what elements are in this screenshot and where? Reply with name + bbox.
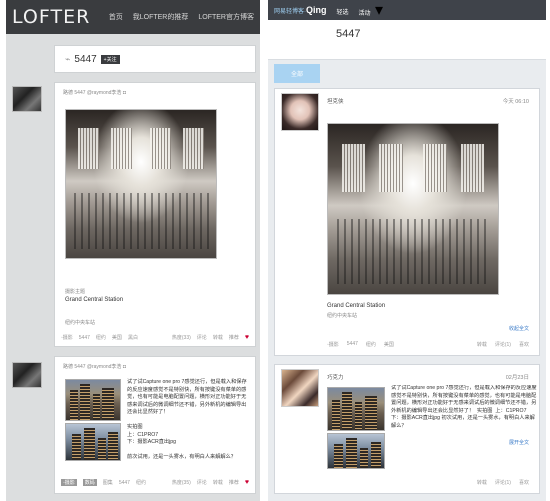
tag-icon: ⌁ <box>65 53 71 64</box>
post-photo[interactable] <box>65 379 121 421</box>
avatar[interactable] <box>281 369 319 407</box>
post-photo[interactable] <box>327 387 385 431</box>
post-footer: 转载 评论(1) 喜欢 <box>327 479 529 486</box>
qing-logo[interactable]: 网易轻博客·Qing <box>274 5 327 15</box>
post-subtitle: 纽约中央车站 <box>65 320 96 326</box>
nav-recommend[interactable]: 我LOFTER的推荐 <box>133 12 189 22</box>
post-card: 路德 5447 @raymond李浩 ◘ 摄影主题 Grand Central … <box>54 82 256 347</box>
tag-item[interactable]: 5447 <box>119 480 130 486</box>
recommend-link[interactable]: 推荐 <box>229 334 239 341</box>
post-author[interactable]: 路德 5447 @raymond李浩 ◘ <box>63 363 126 370</box>
like-heart-icon[interactable]: ♥ <box>245 479 249 486</box>
lofter-header: LOFTER 首页 我LOFTER的推荐 LOFTER官方博客 <box>6 0 260 34</box>
tag-item[interactable]: 5447 <box>79 335 90 341</box>
tag-item[interactable]: 纽约 <box>366 341 376 348</box>
post-author[interactable]: 坦克侠 <box>327 97 344 105</box>
comment-link[interactable]: 评论 <box>197 334 207 341</box>
comment-link[interactable]: 评论(1) <box>495 479 511 486</box>
tag-header: ⌁ 5447 +关注 <box>54 45 256 73</box>
repost-link[interactable]: 转载 <box>477 341 487 348</box>
tag-item[interactable]: 纽约 <box>136 479 146 486</box>
avatar[interactable] <box>281 93 319 131</box>
nav-home[interactable]: 首页 <box>109 12 123 22</box>
post-author[interactable]: 路德 5447 @raymond李浩 ◘ <box>63 89 126 96</box>
avatar[interactable] <box>12 86 42 112</box>
tag-item[interactable]: ◦摄影 <box>61 479 77 486</box>
tab-all[interactable]: 全部 <box>274 64 320 83</box>
qing-header: 网易轻博客·Qing 轻选 活动 ▾ <box>268 0 546 20</box>
post-text: 试了试Capture one pro 7感觉还行，但是载入和保存的反应速度感觉不… <box>391 385 537 429</box>
post-date: 02月23日 <box>505 375 529 381</box>
tag-item[interactable]: 5447 <box>347 341 358 348</box>
tag-title: 5447 <box>74 53 97 65</box>
like-link[interactable]: 喜欢 <box>519 479 529 486</box>
post-photo[interactable] <box>65 423 121 461</box>
post-footer: ◦摄影 数码 图集 5447 纽约 热度(35) 评论 转载 推荐 ♥ <box>61 479 249 486</box>
post-text: 试了试Capture one pro 7感觉还行，但是载入和保存的反应速度感觉不… <box>127 379 247 460</box>
tag-header: 5447 <box>268 20 546 60</box>
expand-link[interactable]: 展开全文 <box>509 439 529 446</box>
repost-link[interactable]: 转载 <box>213 334 223 341</box>
repost-link[interactable]: 转载 <box>213 479 223 486</box>
comment-link[interactable]: 评论(1) <box>495 341 511 348</box>
post-author[interactable]: 巧克力 <box>327 373 344 381</box>
like-link[interactable]: 喜欢 <box>519 341 529 348</box>
post-subtitle: 纽约中央车站 <box>327 313 358 319</box>
image-caption: 摄影主题 <box>65 289 86 295</box>
lofter-logo[interactable]: LOFTER <box>12 6 90 28</box>
post-footer: ◦摄影 5447 纽约 美国 黑白 热度(33) 评论 转载 推荐 ♥ <box>61 334 249 341</box>
recommend-link[interactable]: 推荐 <box>229 479 239 486</box>
follow-tag-button[interactable]: +关注 <box>100 54 120 64</box>
post-card: 坦克侠 今天 06:10 Grand Central Station 纽约中央车… <box>274 88 540 356</box>
heat-link[interactable]: 热度(33) <box>172 334 191 341</box>
heat-link[interactable]: 热度(35) <box>172 479 191 486</box>
tag-title: 5447 <box>336 28 361 40</box>
comment-link[interactable]: 评论 <box>197 479 207 486</box>
collapse-link[interactable]: 收起全文 <box>509 325 529 332</box>
tag-item[interactable]: 美国 <box>112 334 122 341</box>
like-heart-icon[interactable]: ♥ <box>245 334 249 341</box>
tag-item[interactable]: ◦摄影 <box>327 341 339 348</box>
post-photo[interactable] <box>327 123 499 295</box>
tag-item[interactable]: 美国 <box>384 341 394 348</box>
qing-panel: 网易轻博客·Qing 轻选 活动 ▾ 5447 全部 坦克侠 今天 06:10 … <box>268 0 546 501</box>
nav-picks[interactable]: 轻选 <box>337 1 349 19</box>
lofter-panel: LOFTER 首页 我LOFTER的推荐 LOFTER官方博客 ⌁ 5447 +… <box>6 0 260 501</box>
tag-item[interactable]: ◦摄影 <box>61 334 73 341</box>
post-photo[interactable] <box>327 433 385 469</box>
nav-events[interactable]: 活动 ▾ <box>359 0 384 20</box>
post-title: Grand Central Station <box>327 303 386 309</box>
lofter-nav: 首页 我LOFTER的推荐 LOFTER官方博客 <box>109 12 254 22</box>
post-card: 路德 5447 @raymond李浩 ◘ 试了试Capture one pro … <box>54 356 256 494</box>
post-photo[interactable] <box>65 109 217 259</box>
tag-item[interactable]: 数码 <box>82 479 97 486</box>
post-date: 今天 06:10 <box>502 99 529 105</box>
avatar[interactable] <box>12 362 42 388</box>
tag-item[interactable]: 纽约 <box>96 334 106 341</box>
post-title: Grand Central Station <box>65 297 124 303</box>
repost-link[interactable]: 转载 <box>477 479 487 486</box>
post-card: 巧克力 02月23日 试了试Capture one pro 7感觉还行，但是载入… <box>274 364 540 494</box>
post-footer: ◦摄影 5447 纽约 美国 转载 评论(1) 喜欢 <box>327 341 529 348</box>
nav-official-blog[interactable]: LOFTER官方博客 <box>198 12 254 22</box>
tag-item[interactable]: 图集 <box>103 479 113 486</box>
tag-item[interactable]: 黑白 <box>128 334 138 341</box>
